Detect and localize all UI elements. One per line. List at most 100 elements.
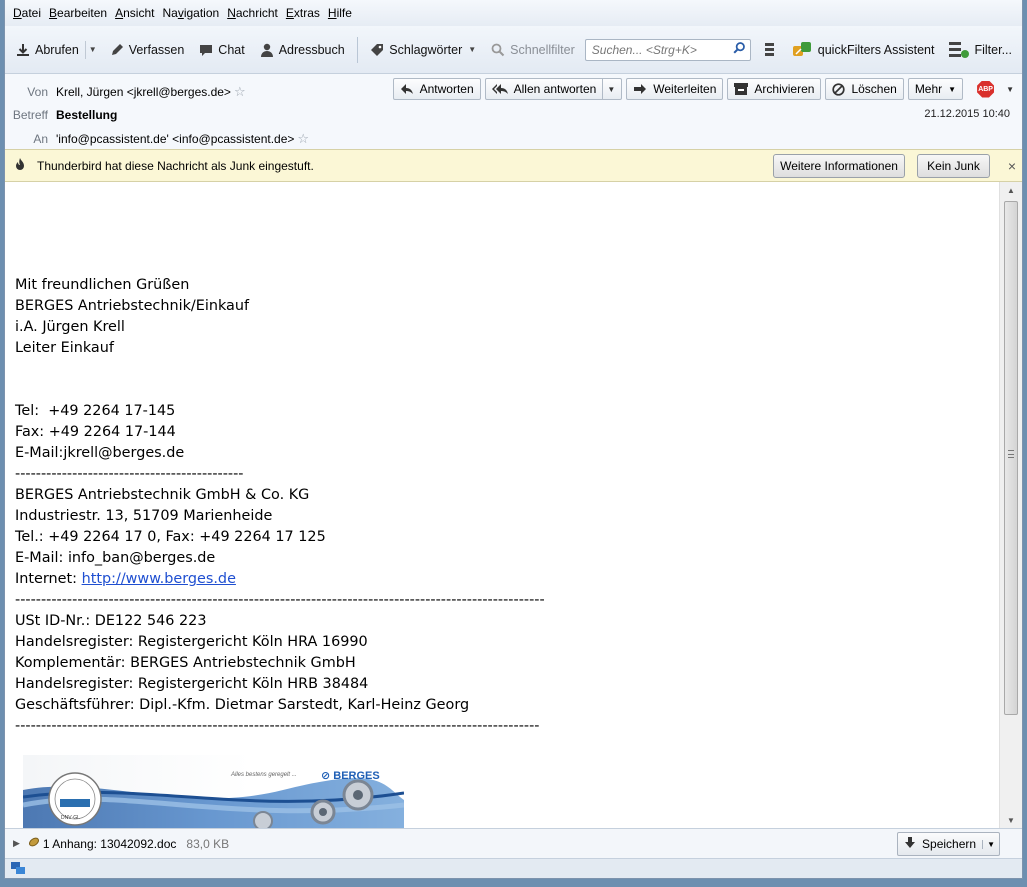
body-line: USt ID-Nr.: DE122 546 223 [15, 613, 207, 629]
reply-button[interactable]: Antworten [392, 78, 481, 100]
save-dropdown-icon[interactable]: ▼ [982, 839, 995, 849]
message-scrollbar[interactable]: ▲ ▼ [999, 182, 1022, 828]
message-body: Mit freundlichen Grüßen BERGES Antriebste… [5, 182, 1001, 828]
subject-value: Bestellung [56, 108, 118, 122]
filter-label: Filter... [974, 42, 1012, 57]
reply-all-dropdown[interactable]: ▼ [602, 79, 615, 99]
search-input[interactable] [591, 42, 732, 57]
menu-item[interactable]: Navigation [158, 0, 223, 26]
menu-item[interactable]: Extras [282, 0, 324, 26]
archive-label: Archivieren [754, 82, 815, 96]
chevron-down-icon: ▼ [948, 84, 957, 94]
pencil-icon [109, 42, 125, 58]
body-line: Mit freundlichen Grüßen [15, 277, 190, 293]
compose-label: Verfassen [128, 42, 185, 57]
body-line: Komplementär: BERGES Antriebstechnik Gmb… [15, 655, 356, 671]
get-mail-dropdown[interactable]: ▼ [84, 40, 97, 59]
tag-icon [369, 42, 385, 58]
reply-icon [400, 83, 414, 95]
archive-button[interactable]: Archivieren [727, 78, 822, 100]
menu-text: achricht [235, 6, 278, 20]
body-line: Fax: +49 2264 17-144 [15, 424, 176, 440]
paperclip-icon [28, 836, 40, 851]
address-book-label: Adressbuch [278, 42, 345, 57]
adblock-icon[interactable]: ABP [977, 80, 995, 98]
body-line: Geschäftsführer: Dipl.-Kfm. Dietmar Sars… [15, 697, 470, 713]
berges-logo: ⊘ BERGES [321, 770, 380, 782]
star-icon[interactable]: ☆ [234, 84, 246, 100]
menu-text: ilfe [336, 6, 352, 20]
save-attachment-button[interactable]: Speichern ▼ [897, 832, 1000, 856]
to-label: An [33, 132, 48, 146]
quickfilters-assistant-button[interactable]: quickFilters Assistent [788, 35, 939, 65]
from-value[interactable]: Krell, Jürgen <jkrell@berges.de> [56, 85, 231, 99]
to-value[interactable]: 'info@pcassistent.de' <info@pcassistent.… [56, 132, 294, 146]
reply-label: Antworten [419, 82, 474, 96]
menu-text: igation [183, 6, 220, 20]
reply-all-button[interactable]: Allen antworten ▼ [484, 78, 623, 100]
compose-button[interactable]: Verfassen [105, 35, 189, 65]
chevron-down-icon: ▼ [468, 45, 477, 54]
delete-label: Löschen [851, 82, 897, 96]
body-line: Handelsregister: Registergericht Köln HR… [15, 634, 368, 650]
menu-text: Na [162, 6, 178, 20]
junk-message: Thunderbird hat diese Nachricht als Junk… [37, 158, 314, 173]
chat-button[interactable]: Chat [194, 35, 248, 65]
star-icon[interactable]: ☆ [297, 131, 309, 147]
tags-button[interactable]: Schlagwörter ▼ [365, 35, 480, 65]
quick-filter-button[interactable]: Schnellfilter [486, 35, 579, 65]
attachment-bar: ▶ 1 Anhang: 13042092.doc 83,0 KB Speiche… [5, 828, 1022, 858]
filter-button[interactable]: Filter... [944, 35, 1016, 65]
forward-label: Weiterleiten [653, 82, 717, 96]
scroll-up-icon[interactable]: ▲ [1000, 182, 1022, 198]
junk-notification-bar: Thunderbird hat diese Nachricht als Junk… [5, 149, 1022, 182]
from-row: Von Krell, Jürgen <jkrell@berges.de> ☆ [5, 84, 246, 100]
quick-filter-label: Schnellfilter [510, 42, 575, 57]
not-junk-button[interactable]: Kein Junk [917, 154, 990, 178]
more-button[interactable]: Mehr ▼ [907, 78, 964, 100]
address-book-button[interactable]: Adressbuch [255, 35, 349, 65]
menu-item[interactable]: Ansicht [111, 0, 158, 26]
archive-icon [734, 83, 749, 95]
menu-item[interactable]: Bearbeiten [45, 0, 111, 26]
body-line [15, 359, 545, 380]
scrollbar-thumb[interactable] [1004, 201, 1018, 715]
search-box[interactable] [584, 38, 751, 61]
menu-item[interactable]: Datei [9, 0, 45, 26]
quickfilters-icon [792, 40, 814, 60]
delete-button[interactable]: Löschen [825, 78, 904, 100]
reply-all-label: Allen antworten [513, 82, 597, 96]
menu-hamburger-icon[interactable] [764, 41, 774, 58]
forward-button[interactable]: Weiterleiten [626, 78, 724, 100]
online-status-icon[interactable] [11, 861, 25, 878]
not-junk-label: Kein Junk [927, 159, 980, 173]
get-mail-button[interactable]: Abrufen [11, 35, 83, 65]
website-link[interactable]: http://www.berges.de [82, 571, 236, 587]
quickfilters-label: quickFilters Assistent [817, 42, 935, 57]
message-actions: Antworten Allen antworten ▼ Weiterleiten… [389, 78, 1014, 100]
tags-label: Schlagwörter [389, 42, 463, 57]
toolbar-separator [356, 36, 358, 63]
body-line: Handelsregister: Registergericht Köln HR… [15, 676, 369, 692]
adblock-dropdown-icon[interactable]: ▼ [1006, 85, 1014, 94]
body-line: BERGES Antriebstechnik GmbH & Co. KG [15, 487, 310, 503]
menu-text: nsicht [123, 6, 155, 20]
message-date: 21.12.2015 10:40 [924, 108, 1010, 120]
internet-line: Internet: http://www.berges.de [15, 569, 545, 590]
search-icon[interactable] [732, 41, 746, 58]
person-icon [259, 42, 275, 58]
menu-accesskey: A [115, 6, 124, 20]
body-line: Tel.: +49 2264 17 0, Fax: +49 2264 17 12… [15, 529, 326, 545]
body-line: E-Mail:jkrell@berges.de [15, 445, 185, 461]
more-info-button[interactable]: Weitere Informationen [773, 154, 905, 178]
menu-item[interactable]: Hilfe [324, 0, 356, 26]
body-line: E-Mail: info_ban@berges.de [15, 550, 216, 566]
close-icon[interactable]: × [1008, 158, 1016, 174]
scroll-down-icon[interactable]: ▼ [1000, 812, 1022, 828]
menu-item[interactable]: Nachricht [223, 0, 282, 26]
body-line: ----------------------------------------… [15, 466, 244, 482]
download-icon [15, 42, 31, 58]
menu-accesskey: N [227, 6, 236, 20]
attachment-label[interactable]: 1 Anhang: 13042092.doc [43, 837, 176, 851]
expand-triangle-icon[interactable]: ▶ [13, 838, 20, 849]
